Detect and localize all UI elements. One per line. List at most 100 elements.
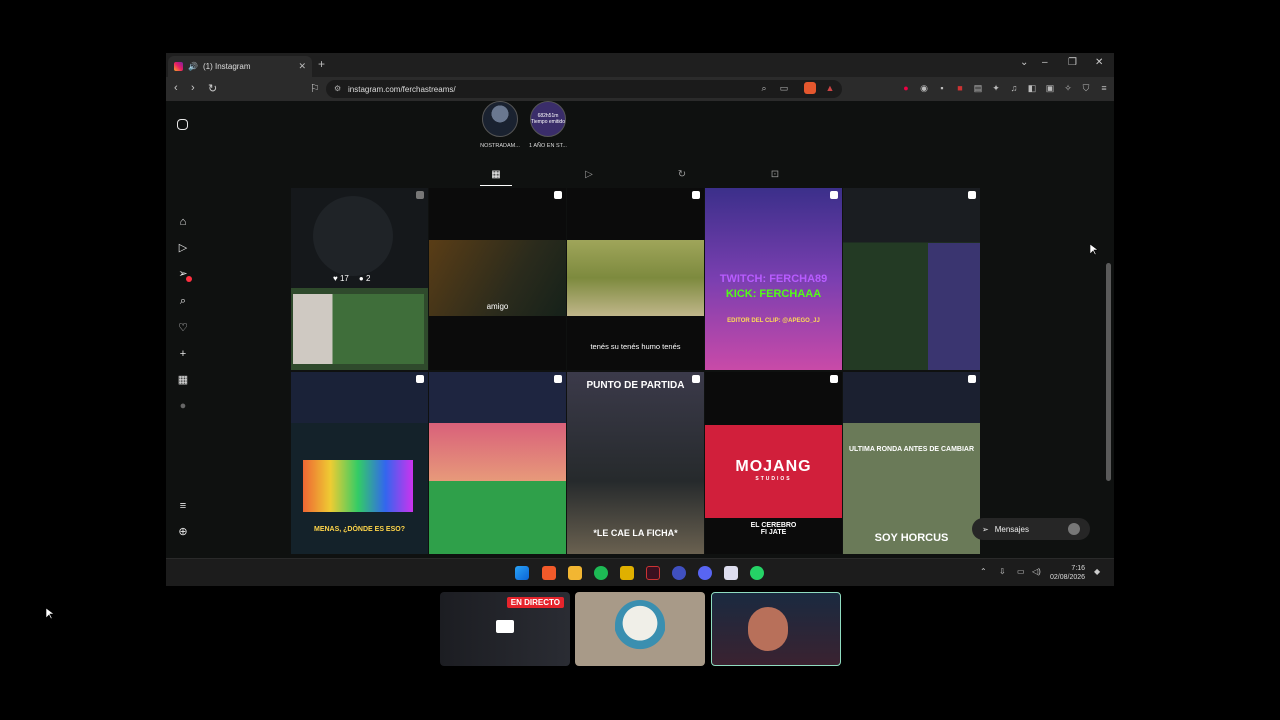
- reel-icon: [692, 191, 700, 199]
- post-tile[interactable]: PUNTO DE PARTIDA *LE CAE LA FICHA*: [567, 372, 704, 554]
- notification-bell-icon[interactable]: ◆: [1094, 567, 1100, 576]
- post-thumbnail: [928, 243, 980, 370]
- extension-icon-1[interactable]: ◉: [918, 82, 930, 94]
- dashboard-icon[interactable]: ▦: [176, 373, 190, 387]
- direct-messages-icon[interactable]: ➢: [176, 267, 192, 282]
- zoom-icon[interactable]: ⌕: [758, 82, 770, 94]
- notifications-heart-icon[interactable]: ♡: [176, 321, 190, 335]
- media-control-icon[interactable]: ♫: [1008, 82, 1020, 94]
- forward-button[interactable]: ›: [191, 82, 195, 94]
- messages-label: Mensajes: [994, 524, 1029, 534]
- brave-browser-icon[interactable]: [542, 566, 556, 580]
- clock-date: 02/08/2026: [1050, 574, 1086, 581]
- app-v-icon[interactable]: [646, 566, 660, 580]
- active-tab-indicator: [480, 185, 512, 186]
- post-thumbnail: [293, 294, 424, 364]
- leo-ai-icon[interactable]: ✧: [1062, 82, 1074, 94]
- extension-record-icon[interactable]: ●: [900, 82, 912, 94]
- post-caption: tenés su tenés humo tenés: [590, 342, 681, 351]
- browser-toolbar: ‹ › ↻ ⚐ ⚙ instagram.com/ferchastreams/ ⌕…: [166, 77, 1114, 101]
- meta-apps-icon[interactable]: ⊕: [176, 525, 190, 539]
- mouse-cursor-icon: [46, 608, 54, 620]
- post-tile[interactable]: tenés su tenés humo tenés: [567, 188, 704, 370]
- tab-search-icon[interactable]: ⌄: [1020, 57, 1028, 68]
- discord-icon[interactable]: [698, 566, 712, 580]
- page-scrollbar[interactable]: [1106, 153, 1111, 586]
- create-plus-icon[interactable]: +: [176, 347, 190, 361]
- cast-icon[interactable]: ▭: [778, 82, 790, 94]
- app-star-icon[interactable]: [672, 566, 686, 580]
- vpn-shield-icon[interactable]: ⛉: [1080, 82, 1092, 94]
- close-window-button[interactable]: ✕: [1095, 57, 1103, 68]
- extension-icon-2[interactable]: ▪: [936, 82, 948, 94]
- extension-icon-3[interactable]: ■: [954, 82, 966, 94]
- stream-capture: 🔊 (1) Instagram ✕ + ⌄ – ❐ ✕ ‹ › ↻ ⚐ ⚙ in…: [0, 0, 1280, 720]
- minimize-button[interactable]: –: [1042, 57, 1048, 68]
- post-tile[interactable]: ULTIMA RONDA ANTES DE CAMBIAR SOY HORCUS: [843, 372, 980, 554]
- site-info-icon[interactable]: ⚙: [334, 84, 341, 93]
- tray-overflow-chevron-icon[interactable]: ⌃: [980, 567, 987, 576]
- post-tile[interactable]: [843, 188, 980, 370]
- post-tile[interactable]: amigo: [429, 188, 566, 370]
- stream-scene-screen[interactable]: EN DIRECTO: [440, 592, 570, 666]
- tab-tagged-icon[interactable]: ⊡: [767, 169, 783, 185]
- comments-count: ● 2: [358, 274, 371, 283]
- browser-tab-instagram[interactable]: 🔊 (1) Instagram ✕: [168, 56, 312, 77]
- instagram-page: ⌂ ▷ ➢ ⌕ ♡ + ▦ ● ≡ ⊕ NOSTRADAM... 682h51m…: [166, 101, 1114, 558]
- app-shield-icon[interactable]: [620, 566, 634, 580]
- wallet-icon[interactable]: ▣: [1044, 82, 1056, 94]
- close-tab-icon[interactable]: ✕: [298, 61, 306, 72]
- reel-icon: [830, 375, 838, 383]
- highlight-cover: [482, 101, 518, 137]
- file-explorer-icon[interactable]: [568, 566, 582, 580]
- reel-icon: [692, 375, 700, 383]
- more-menu-icon[interactable]: ≡: [176, 499, 190, 513]
- tab-posts-grid-icon[interactable]: ▦: [488, 169, 504, 185]
- search-icon[interactable]: ⌕: [176, 294, 190, 308]
- sidebar-toggle-icon[interactable]: ◧: [1026, 82, 1038, 94]
- extension-icon-4[interactable]: ▤: [972, 82, 984, 94]
- spotify-icon[interactable]: [594, 566, 608, 580]
- whatsapp-icon[interactable]: [750, 566, 764, 580]
- stream-scene-webcam[interactable]: [711, 592, 841, 666]
- highlight-item[interactable]: NOSTRADAM...: [480, 101, 520, 149]
- brave-rewards-icon[interactable]: ▲: [824, 82, 836, 94]
- extensions-puzzle-icon[interactable]: ✦: [990, 82, 1002, 94]
- reel-icon: [968, 191, 976, 199]
- profile-avatar-icon[interactable]: ●: [176, 399, 190, 413]
- back-button[interactable]: ‹: [174, 82, 178, 94]
- brave-shields-icon[interactable]: [804, 82, 816, 94]
- bookmark-icon[interactable]: ⚐: [310, 82, 320, 95]
- home-icon[interactable]: ⌂: [176, 215, 190, 229]
- scrollbar-thumb[interactable]: [1106, 263, 1111, 481]
- post-tile[interactable]: MOJANG STUDIOS EL CEREBRO FI JATE: [705, 372, 842, 554]
- highlight-item[interactable]: 682h51m Tiempo emitido 1 AÑO EN ST...: [528, 101, 568, 149]
- maximize-button[interactable]: ❐: [1068, 57, 1077, 68]
- system-clock[interactable]: 7:16 02/08/2026: [1050, 564, 1085, 582]
- start-windows-icon[interactable]: [515, 566, 529, 580]
- post-caption: MENAS, ¿DÓNDE ES ESO?: [313, 526, 405, 533]
- tab-title: (1) Instagram: [202, 62, 251, 71]
- new-tab-button[interactable]: +: [318, 57, 325, 71]
- tab-reels-icon[interactable]: ▷: [581, 169, 597, 185]
- app-truck-icon[interactable]: [724, 566, 738, 580]
- tray-usb-icon[interactable]: ⇩: [999, 567, 1006, 576]
- tab-reposts-icon[interactable]: ↻: [674, 169, 690, 185]
- profile-tabs: ▦ ▷ ↻ ⊡: [480, 169, 810, 185]
- reload-button[interactable]: ↻: [208, 82, 217, 95]
- post-caption: PUNTO DE PARTIDA: [586, 380, 685, 391]
- post-hover-stats: ♥ 17 ● 2: [333, 274, 370, 283]
- messages-button[interactable]: ➢ Mensajes: [972, 518, 1090, 540]
- post-caption: TWITCH: FERCHA89: [719, 273, 828, 285]
- network-icon[interactable]: ▭: [1017, 567, 1025, 576]
- audio-playing-icon[interactable]: 🔊: [188, 62, 198, 71]
- post-tile[interactable]: MENAS, ¿DÓNDE ES ESO?: [291, 372, 428, 554]
- instagram-logo-icon[interactable]: [177, 119, 188, 130]
- volume-icon[interactable]: ◁): [1032, 567, 1041, 576]
- reels-icon[interactable]: ▷: [176, 241, 190, 255]
- stream-scene-logo[interactable]: [575, 592, 705, 666]
- post-tile[interactable]: ♥ 17 ● 2: [291, 188, 428, 370]
- post-tile[interactable]: [429, 372, 566, 554]
- menu-icon[interactable]: ≡: [1098, 82, 1110, 94]
- post-tile[interactable]: TWITCH: FERCHA89 KICK: FERCHAAA EDITOR D…: [705, 188, 842, 370]
